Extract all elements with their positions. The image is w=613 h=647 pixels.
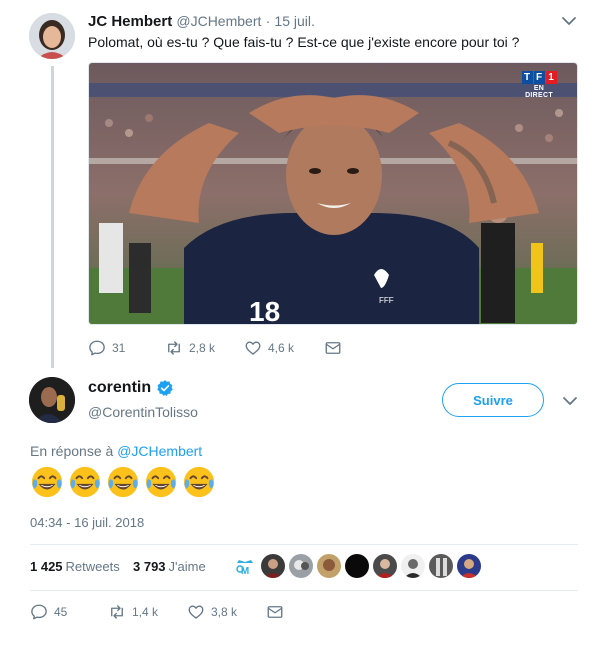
om-logo-icon[interactable]: M bbox=[233, 554, 257, 578]
display-name[interactable]: JC Hembert bbox=[88, 13, 172, 30]
avatar[interactable] bbox=[457, 554, 481, 578]
tweet-emojis bbox=[30, 465, 216, 499]
user-handle[interactable]: @CorentinTolisso bbox=[88, 404, 198, 420]
crying-laughing-emoji-icon bbox=[145, 466, 177, 498]
like-count: 4,6 k bbox=[268, 341, 295, 355]
reply-icon bbox=[89, 340, 105, 356]
display-name[interactable]: corentin bbox=[88, 379, 174, 397]
liker-avatars: M bbox=[233, 554, 481, 578]
avatar[interactable] bbox=[29, 13, 75, 59]
envelope-icon bbox=[267, 606, 283, 618]
tweet-date[interactable]: 15 juil. bbox=[274, 13, 314, 29]
avatar[interactable] bbox=[317, 554, 341, 578]
avatar[interactable] bbox=[373, 554, 397, 578]
envelope-icon bbox=[325, 342, 341, 354]
tf1-logo: TF1 EN DIRECT bbox=[519, 71, 559, 99]
retweet-button[interactable]: 2,8 k bbox=[165, 339, 215, 357]
tweet-actions: 45 1,4 k 3,8 k bbox=[30, 603, 330, 623]
crying-laughing-emoji-icon bbox=[183, 466, 215, 498]
tweet-header: JC Hembert @JCHembert · 15 juil. bbox=[88, 13, 315, 30]
main-tweet: corentin @CorentinTolisso Suivre En répo… bbox=[0, 370, 613, 647]
separator-dot: · bbox=[265, 13, 271, 29]
like-button[interactable]: 4,6 k bbox=[244, 339, 294, 357]
retweet-count: 2,8 k bbox=[189, 341, 216, 355]
crying-laughing-emoji-icon bbox=[31, 466, 63, 498]
retweet-icon bbox=[168, 341, 180, 355]
avatar[interactable] bbox=[261, 554, 285, 578]
avatar[interactable] bbox=[401, 554, 425, 578]
tweet-stats: 1 425 Retweets 3 793 J'aime M bbox=[30, 544, 578, 591]
svg-text:FFF: FFF bbox=[379, 296, 394, 305]
reply-tweet[interactable]: JC Hembert @JCHembert · 15 juil. Polomat… bbox=[0, 0, 613, 370]
like-count: 3,8 k bbox=[211, 605, 238, 619]
reply-count: 45 bbox=[54, 605, 68, 619]
display-name-text: corentin bbox=[88, 379, 152, 396]
heart-icon bbox=[245, 341, 261, 355]
in-reply-prefix: En réponse à bbox=[30, 443, 114, 459]
crying-laughing-emoji-icon bbox=[69, 466, 101, 498]
tweet-text: Polomat, où es-tu ? Que fais-tu ? Est-ce… bbox=[88, 34, 520, 50]
follow-button[interactable]: Suivre bbox=[442, 383, 544, 417]
avatar[interactable] bbox=[429, 554, 453, 578]
svg-text:18: 18 bbox=[249, 296, 280, 325]
user-handle[interactable]: @JCHembert bbox=[176, 13, 261, 29]
chevron-down-icon[interactable] bbox=[560, 14, 578, 28]
retweets-stat[interactable]: 1 425 Retweets bbox=[30, 559, 120, 574]
crying-laughing-emoji-icon bbox=[107, 466, 139, 498]
heart-icon bbox=[188, 605, 204, 619]
avatar[interactable] bbox=[29, 377, 75, 423]
tweet-photo[interactable]: FFF 18 TF1 EN DIRECT bbox=[88, 62, 578, 325]
direct-message-button[interactable] bbox=[324, 339, 342, 357]
retweet-button[interactable]: 1,4 k bbox=[108, 603, 158, 621]
retweet-count: 1,4 k bbox=[132, 605, 159, 619]
verified-badge-icon bbox=[157, 380, 173, 396]
direct-message-button[interactable] bbox=[266, 603, 284, 621]
avatar[interactable] bbox=[289, 554, 313, 578]
retweet-icon bbox=[111, 605, 123, 619]
reply-count: 31 bbox=[112, 341, 126, 355]
avatar[interactable] bbox=[345, 554, 369, 578]
reply-button[interactable]: 31 bbox=[88, 339, 125, 357]
in-reply-to: En réponse à @JCHembert bbox=[30, 443, 202, 459]
like-button[interactable]: 3,8 k bbox=[187, 603, 237, 621]
reply-icon bbox=[31, 604, 47, 620]
chevron-down-icon[interactable] bbox=[561, 394, 579, 408]
likes-stat[interactable]: 3 793 J'aime bbox=[133, 559, 206, 574]
tweet-timestamp[interactable]: 04:34 - 16 juil. 2018 bbox=[30, 515, 144, 530]
reply-button[interactable]: 45 bbox=[30, 603, 67, 621]
mention-link[interactable]: @JCHembert bbox=[117, 443, 202, 459]
tweet-actions: 31 2,8 k 4,6 k bbox=[88, 339, 388, 359]
